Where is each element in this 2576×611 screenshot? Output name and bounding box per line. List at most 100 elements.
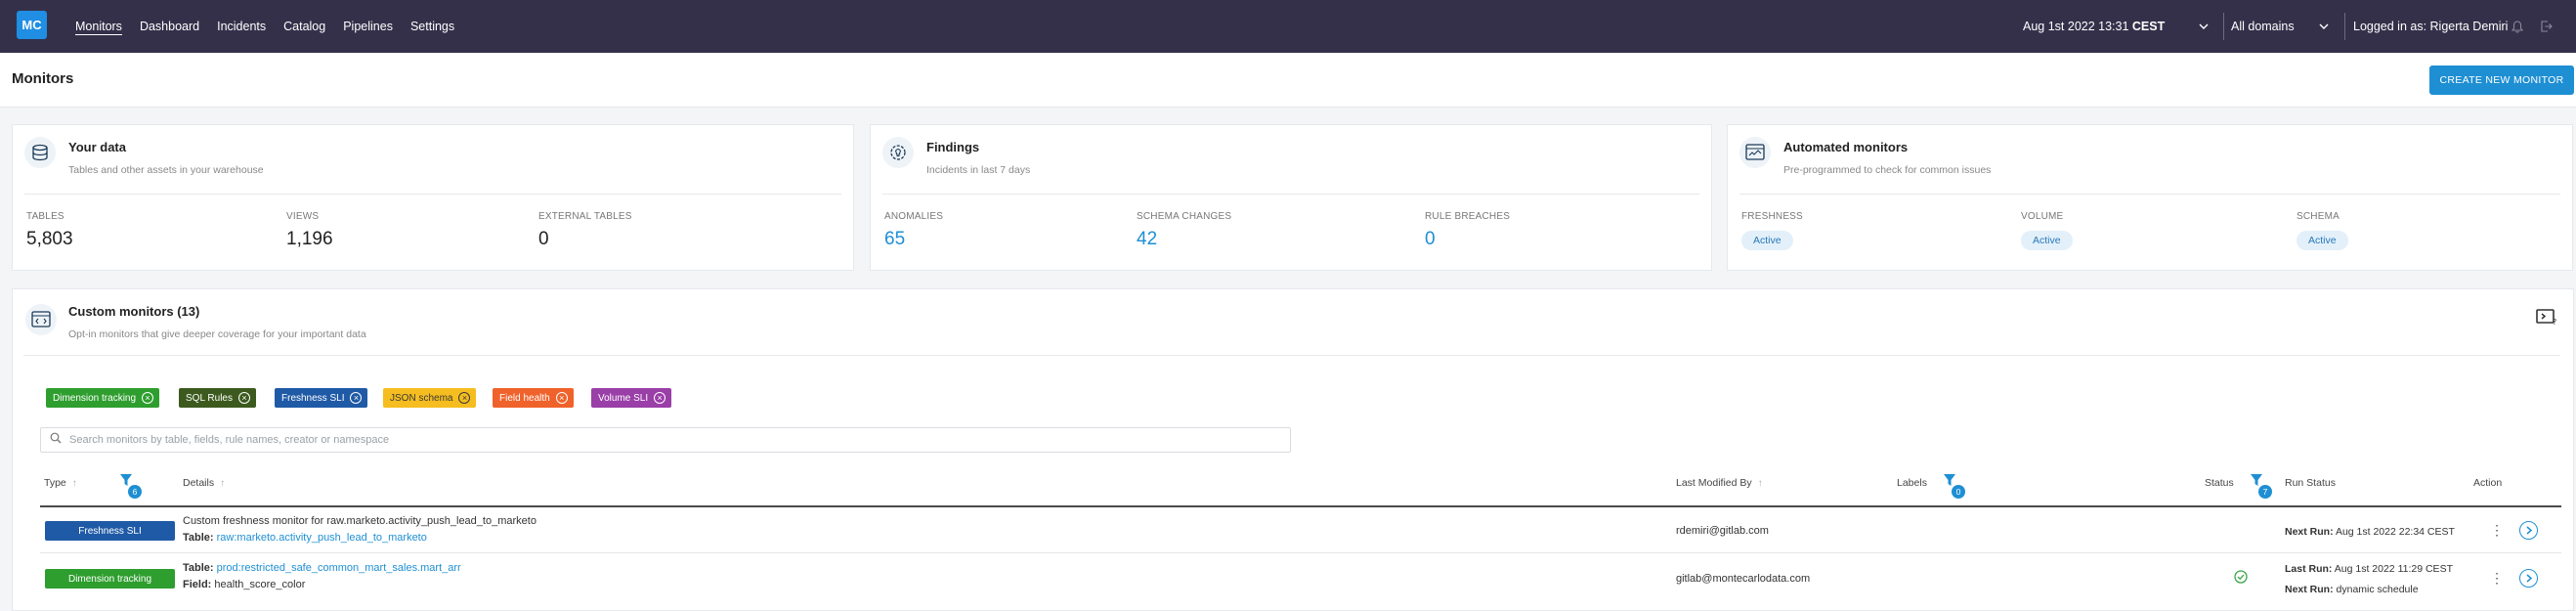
- column-label: Labels: [1897, 477, 1927, 489]
- next-run-value: dynamic schedule: [2336, 584, 2419, 595]
- remove-filter-icon[interactable]: ×: [458, 392, 471, 404]
- nav-catalog[interactable]: Catalog: [283, 0, 325, 53]
- status-badge-schema[interactable]: Active: [2297, 231, 2348, 250]
- filter-chip-dimension-tracking[interactable]: Dimension tracking ×: [46, 388, 160, 408]
- more-options-icon[interactable]: ⋮: [2490, 571, 2504, 585]
- domain-selector[interactable]: All domains: [2231, 0, 2334, 53]
- date-selector[interactable]: Aug 1st 2022 13:31 CEST: [2023, 0, 2218, 53]
- status-badge-freshness[interactable]: Active: [1741, 231, 1793, 250]
- nav-divider: [2344, 13, 2345, 40]
- logout-icon[interactable]: [2541, 0, 2553, 53]
- next-run-label: Next Run:: [2285, 526, 2334, 538]
- chip-label: Field health: [499, 392, 550, 404]
- column-header-last-modified[interactable]: Last Modified By ↑: [1676, 477, 1763, 489]
- nav-pipelines[interactable]: Pipelines: [343, 0, 393, 53]
- nav-divider: [2223, 13, 2224, 40]
- filter-chip-sql-rules[interactable]: SQL Rules ×: [179, 388, 256, 408]
- stat-value-anomalies[interactable]: 65: [884, 229, 905, 250]
- filter-chip-field-health[interactable]: Field health ×: [493, 388, 574, 408]
- divider: [24, 194, 841, 195]
- stat-label-external-tables: EXTERNAL TABLES: [538, 211, 632, 222]
- search-input[interactable]: [69, 434, 1242, 446]
- domain-text: All domains: [2231, 20, 2295, 33]
- stat-label-views: VIEWS: [286, 211, 320, 222]
- column-label: Last Modified By: [1676, 477, 1752, 489]
- table-link[interactable]: raw:marketo.activity_push_lead_to_market…: [217, 532, 427, 544]
- divider: [1739, 194, 2560, 195]
- monitor-chart-icon: [1739, 137, 1771, 168]
- main-nav: Monitors Dashboard Incidents Catalog Pip…: [75, 0, 472, 53]
- chip-label: Freshness SLI: [281, 392, 345, 404]
- date-text: Aug 1st 2022 13:31: [2023, 20, 2132, 33]
- remove-filter-icon[interactable]: ×: [350, 392, 363, 404]
- monitor-type-badge: Freshness SLI: [45, 521, 175, 541]
- open-monitor-icon[interactable]: [2519, 521, 2538, 540]
- stat-label-schema: SCHEMA: [2297, 211, 2340, 222]
- stat-value-tables[interactable]: 5,803: [26, 229, 73, 250]
- open-monitor-icon[interactable]: [2519, 569, 2538, 588]
- filter-chip-volume-sli[interactable]: Volume SLI ×: [591, 388, 672, 408]
- bell-icon[interactable]: [2512, 0, 2523, 53]
- table-header-divider: [40, 505, 2561, 507]
- search-icon: [50, 431, 62, 449]
- modified-by: gitlab@montecarlodata.com: [1676, 573, 1811, 585]
- create-new-monitor-button[interactable]: CREATE NEW MONITOR: [2429, 65, 2574, 95]
- nav-dashboard[interactable]: Dashboard: [140, 0, 199, 53]
- column-label: Type: [44, 477, 66, 489]
- stat-value-views[interactable]: 1,196: [286, 229, 333, 250]
- stat-label-anomalies: ANOMALIES: [884, 211, 944, 222]
- date-timezone: CEST: [2131, 20, 2166, 33]
- monte-carlo-logo[interactable]: MC: [17, 11, 47, 39]
- filter-chip-json-schema[interactable]: JSON schema ×: [383, 388, 477, 408]
- column-header-action: Action: [2473, 477, 2502, 489]
- help-window-icon[interactable]: ?: [2536, 308, 2557, 330]
- monitor-type-badge: Dimension tracking: [45, 569, 175, 589]
- bulb-gear-icon: [882, 137, 914, 168]
- status-filter-count-badge: 7: [2258, 485, 2272, 499]
- nav-incidents[interactable]: Incidents: [217, 0, 266, 53]
- filter-chip-freshness-sli[interactable]: Freshness SLI ×: [275, 388, 368, 408]
- chip-label: Dimension tracking: [53, 392, 137, 404]
- sort-arrow-icon[interactable]: ↑: [1758, 478, 1763, 489]
- page-header: Monitors CREATE NEW MONITOR: [0, 53, 2576, 108]
- sort-arrow-icon[interactable]: ↑: [220, 478, 225, 489]
- column-header-details[interactable]: Details ↑: [183, 477, 225, 489]
- next-run: Next Run: dynamic schedule: [2285, 584, 2419, 595]
- next-run-label: Next Run:: [2285, 584, 2334, 595]
- column-label: Status: [2205, 477, 2234, 489]
- column-header-type[interactable]: Type ↑: [44, 477, 77, 489]
- table-link[interactable]: prod:restricted_safe_common_mart_sales.m…: [217, 562, 461, 574]
- remove-filter-icon[interactable]: ×: [555, 392, 568, 404]
- card-title: Findings: [926, 140, 980, 154]
- sort-arrow-icon[interactable]: ↑: [72, 478, 77, 489]
- monitor-search[interactable]: [40, 427, 1291, 453]
- remove-filter-icon[interactable]: ×: [654, 392, 666, 404]
- database-icon: [24, 137, 56, 168]
- chevron-down-icon: [2319, 22, 2329, 31]
- nav-settings[interactable]: Settings: [410, 0, 454, 53]
- remove-filter-icon[interactable]: ×: [237, 392, 250, 404]
- stat-value-schema-changes[interactable]: 42: [1137, 229, 1157, 250]
- custom-monitors-title: Custom monitors (13): [68, 304, 200, 319]
- field-label: Field:: [183, 579, 212, 590]
- custom-monitors-subtitle: Opt-in monitors that give deeper coverag…: [68, 328, 366, 340]
- card-subtitle: Incidents in last 7 days: [926, 164, 1031, 176]
- next-run: Next Run: Aug 1st 2022 22:34 CEST: [2285, 526, 2455, 538]
- page-title: Monitors: [12, 70, 74, 87]
- chip-label: JSON schema: [390, 392, 453, 404]
- stat-value-rule-breaches[interactable]: 0: [1425, 229, 1436, 250]
- nav-monitors[interactable]: Monitors: [75, 0, 122, 53]
- monitor-table: Table: raw:marketo.activity_push_lead_to…: [183, 532, 427, 544]
- stat-label-schema-changes: SCHEMA CHANGES: [1137, 211, 1232, 222]
- svg-text:?: ?: [2553, 318, 2556, 326]
- stat-label-rule-breaches: RULE BREACHES: [1425, 211, 1511, 222]
- top-navigation-bar: MC Monitors Dashboard Incidents Catalog …: [0, 0, 2576, 53]
- chip-label: SQL Rules: [186, 392, 233, 404]
- remove-filter-icon[interactable]: ×: [142, 392, 154, 404]
- stat-value-external-tables[interactable]: 0: [538, 229, 549, 250]
- divider: [23, 355, 2560, 356]
- chevron-down-icon: [2199, 22, 2209, 31]
- status-badge-volume[interactable]: Active: [2021, 231, 2073, 250]
- column-label: Details: [183, 477, 215, 489]
- more-options-icon[interactable]: ⋮: [2490, 523, 2504, 537]
